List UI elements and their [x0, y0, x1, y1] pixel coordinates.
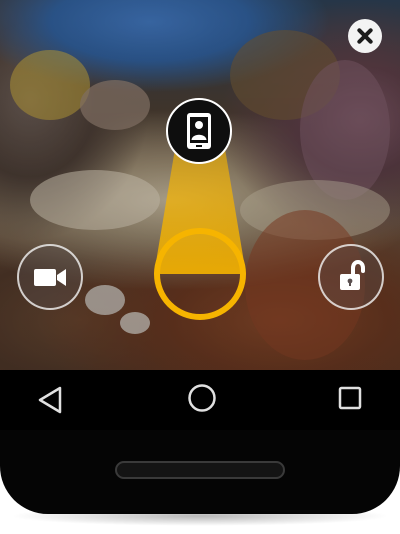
camera-shortcut-button[interactable] [17, 244, 83, 310]
phone-target-button[interactable] [166, 98, 232, 164]
close-button[interactable] [348, 19, 382, 53]
unlock-drag-handle[interactable] [154, 228, 246, 320]
bezel-shadow [10, 506, 390, 526]
video-camera-icon [34, 269, 66, 286]
phone-device [0, 0, 400, 534]
unlocked-padlock-icon [340, 260, 365, 290]
recents-square-icon[interactable] [338, 386, 362, 410]
speaker-grille [115, 461, 285, 479]
back-triangle-icon[interactable] [36, 385, 64, 415]
unlock-shortcut-button[interactable] [318, 244, 384, 310]
home-circle-icon[interactable] [187, 383, 217, 413]
phone-contact-icon [187, 113, 211, 149]
